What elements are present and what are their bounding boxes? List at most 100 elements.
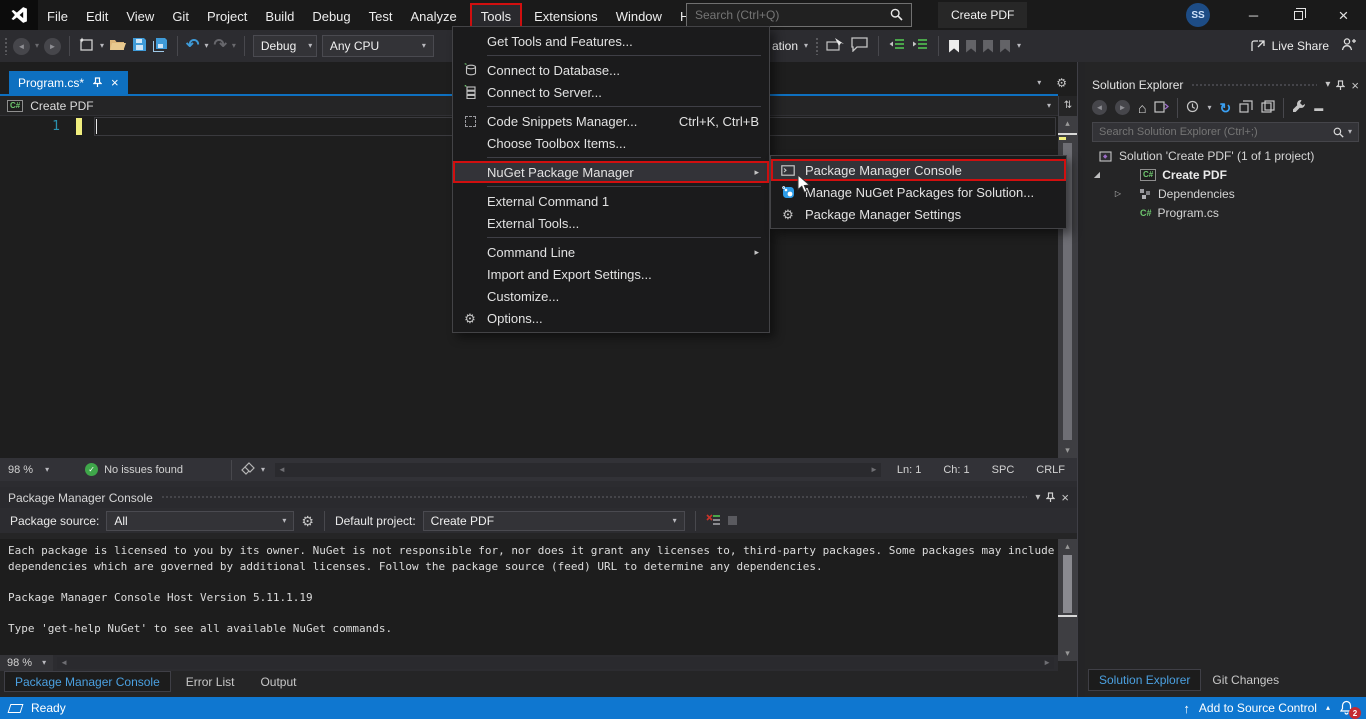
tab-program-cs[interactable]: Program.cs* × [9,71,128,94]
tree-item-project[interactable]: ◢ C# Create PDF [1085,165,1366,184]
split-editor-button[interactable]: ⇅ [1058,96,1077,116]
drag-texture[interactable] [1191,83,1317,88]
decrease-indent-button[interactable] [889,38,905,54]
console-zoom-dropdown[interactable]: 98 % ▾ [0,655,53,671]
navigate-forward-button[interactable]: ► [44,38,61,55]
sign-in-user-icon[interactable] [1341,37,1356,55]
console-horizontal-scrollbar[interactable]: ◄ ► [57,657,1054,669]
menu-item-code-snippets-manager[interactable]: Code Snippets Manager... Ctrl+K, Ctrl+B [453,110,769,132]
health-check-icon[interactable]: ✓ [85,463,98,476]
tab-git-changes[interactable]: Git Changes [1201,669,1290,691]
refresh-icon[interactable]: ↻ [1219,101,1231,115]
menu-item-import-export-settings[interactable]: Import and Export Settings... [453,263,769,285]
stop-button[interactable] [728,516,737,525]
undo-dropdown[interactable]: ▾ [204,42,208,50]
new-project-button[interactable] [78,36,95,56]
column-indicator[interactable]: Ch: 1 [943,464,969,476]
toolbar-grip[interactable] [815,37,819,55]
menu-view[interactable]: View [117,3,163,29]
scroll-left-icon[interactable]: ◄ [278,466,286,474]
menu-item-connect-to-server[interactable]: Connect to Server... [453,81,769,103]
feedback-icon[interactable] [851,37,868,55]
code-cleanup-dropdown[interactable]: ▾ [261,466,265,474]
package-source-dropdown[interactable]: All ▾ [106,511,294,531]
filter-dropdown[interactable]: ▾ [1207,104,1211,112]
pmc-header[interactable]: Package Manager Console ▾ × [0,487,1077,508]
collapse-all-icon[interactable] [1239,100,1253,116]
console-vertical-scrollbar[interactable]: ▴ ▾ [1058,539,1077,661]
menu-item-get-tools-and-features[interactable]: Get Tools and Features... [453,30,769,52]
close-icon[interactable]: × [1061,491,1069,504]
solution-explorer-search[interactable]: ▾ [1092,122,1359,142]
solution-explorer-header[interactable]: Solution Explorer ▾ × [1085,75,1366,95]
search-icon[interactable] [890,8,903,23]
menu-item-options[interactable]: ⚙ Options... [453,307,769,329]
source-control-dropdown[interactable]: ▴ [1326,704,1330,712]
menu-test[interactable]: Test [360,3,402,29]
close-tab-icon[interactable]: × [111,76,119,89]
menu-item-nuget-package-manager[interactable]: NuGet Package Manager ▸ [453,161,769,183]
preview-selected-icon[interactable]: ▬ [1314,103,1323,113]
menu-item-package-manager-settings[interactable]: ⚙ Package Manager Settings [771,203,1066,225]
scrollbar-thumb[interactable] [1063,555,1072,613]
menu-item-external-tools[interactable]: External Tools... [453,212,769,234]
back-button[interactable]: ◄ [1092,100,1107,115]
spaces-indicator[interactable]: SPC [992,464,1015,476]
menu-project[interactable]: Project [198,3,256,29]
code-cleanup-button[interactable] [241,462,255,478]
search-options-dropdown[interactable]: ▾ [1348,128,1352,136]
line-indicator[interactable]: Ln: 1 [897,464,921,476]
solution-configuration-dropdown[interactable]: Debug ▾ [253,35,317,57]
tab-package-manager-console[interactable]: Package Manager Console [4,671,171,692]
chevron-down-icon[interactable]: ▾ [1047,102,1051,110]
truncated-dropdown[interactable]: ation ▾ [772,39,808,53]
scroll-left-icon[interactable]: ◄ [60,659,68,667]
navigate-to-code-button[interactable] [826,37,844,55]
navigate-back-dropdown[interactable]: ▾ [35,42,39,50]
window-position-dropdown[interactable]: ▾ [1035,493,1040,503]
drag-texture[interactable] [161,495,1028,500]
tab-options-gear-icon[interactable]: ⚙ [1056,77,1067,89]
issues-status[interactable]: No issues found [104,464,183,476]
undo-button[interactable]: ↶ [186,38,199,54]
menu-item-manage-nuget-packages[interactable]: Manage NuGet Packages for Solution... [771,181,1066,203]
menu-item-connect-to-database[interactable]: Connect to Database... [453,59,769,81]
show-all-files-icon[interactable] [1261,100,1275,116]
new-project-dropdown[interactable]: ▾ [100,42,104,50]
add-to-source-control-button[interactable]: Add to Source Control [1199,701,1317,715]
editor-horizontal-scrollbar[interactable]: ◄ ► [275,463,881,477]
scroll-down-icon[interactable]: ▾ [1058,446,1077,455]
previous-bookmark-button[interactable] [966,40,976,53]
next-bookmark-button[interactable] [983,40,993,53]
notifications-button[interactable]: 2 [1339,700,1357,716]
search-input[interactable] [695,8,890,22]
live-share-button[interactable]: Live Share [1250,39,1329,53]
restore-button[interactable] [1276,0,1321,30]
tree-item-solution[interactable]: Solution 'Create PDF' (1 of 1 project) [1085,146,1366,165]
save-button[interactable] [132,37,147,55]
scroll-right-icon[interactable]: ► [870,466,878,474]
tree-item-program-cs[interactable]: C# Program.cs [1085,203,1366,222]
forward-button[interactable]: ► [1115,100,1130,115]
menu-file[interactable]: File [38,3,77,29]
switch-views-icon[interactable] [1154,100,1169,116]
scroll-down-icon[interactable]: ▾ [1058,649,1077,658]
pin-icon[interactable] [1336,80,1345,91]
breadcrumb-project[interactable]: Create PDF [30,99,93,113]
push-arrow-icon[interactable]: ↑ [1183,702,1190,715]
document-list-dropdown[interactable]: ▾ [1037,79,1041,87]
toolbar-overflow-dropdown[interactable]: ▾ [1017,42,1021,50]
tab-output[interactable]: Output [249,671,307,692]
pin-icon[interactable] [1046,492,1055,503]
user-avatar[interactable]: SS [1186,3,1210,27]
background-tasks-icon[interactable] [8,704,24,713]
toggle-bookmark-button[interactable] [949,40,959,53]
editor-zoom-dropdown[interactable]: 98 % ▾ [8,464,49,476]
window-position-dropdown[interactable]: ▾ [1325,80,1330,90]
menu-item-external-command-1[interactable]: External Command 1 [453,190,769,212]
scroll-right-icon[interactable]: ► [1043,659,1051,667]
open-file-button[interactable] [109,37,127,55]
pending-changes-filter-icon[interactable] [1186,100,1199,116]
quick-search-box[interactable] [686,3,912,27]
save-all-button[interactable] [152,37,169,56]
